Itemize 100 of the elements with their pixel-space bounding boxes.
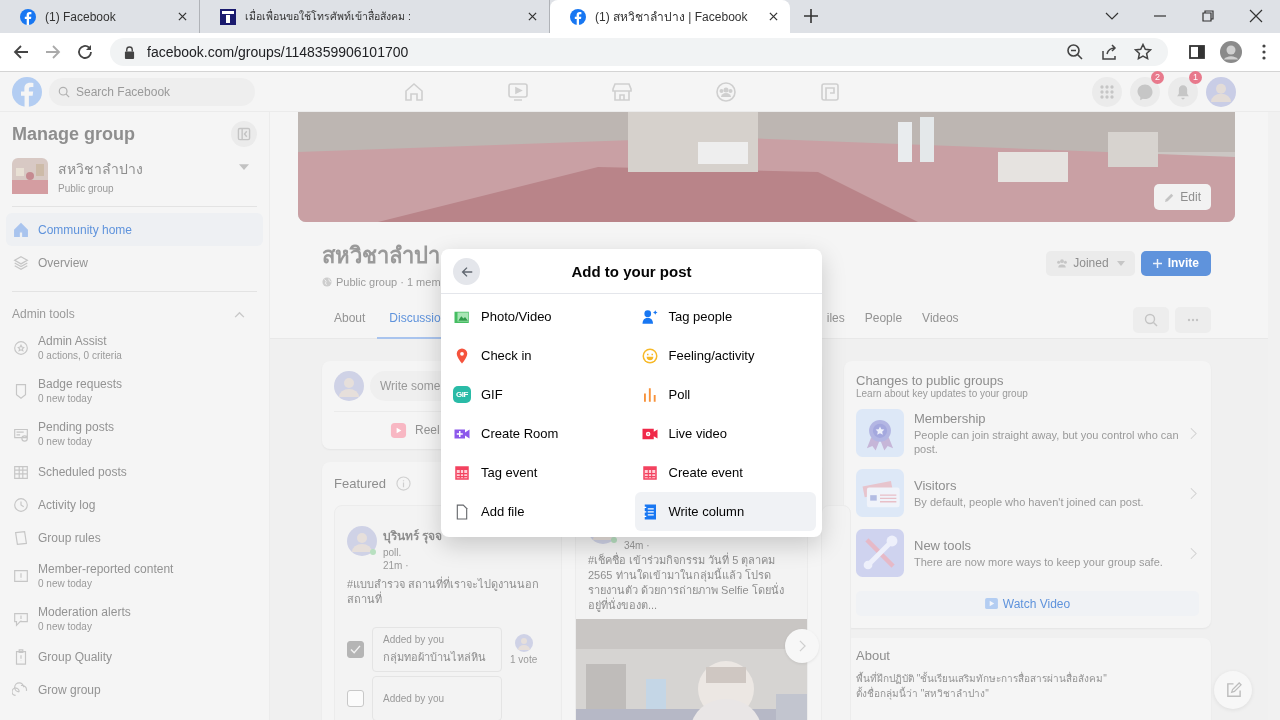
group-tab[interactable]: About xyxy=(322,301,378,339)
post-label: poll. xyxy=(383,547,403,558)
menu-item[interactable]: Poll xyxy=(634,375,816,414)
poll-option[interactable]: Added by you กลุ่มทอผ้าบ้านไหล่หิน xyxy=(372,627,502,672)
menu-item[interactable]: Check in xyxy=(447,336,629,375)
forward-icon[interactable] xyxy=(44,43,62,61)
address-bar[interactable]: facebook.com/groups/1148359906101700 xyxy=(110,38,1168,66)
menu-item[interactable]: Create event xyxy=(634,453,816,492)
globe-icon xyxy=(322,277,332,287)
search-button[interactable] xyxy=(1133,307,1169,333)
calendar-icon xyxy=(640,463,659,482)
poll-option[interactable]: Added by you xyxy=(372,676,502,720)
gear-icon xyxy=(12,338,30,357)
chevron-icon[interactable] xyxy=(234,310,245,318)
post-time[interactable]: 21m · xyxy=(383,560,443,571)
update-item[interactable]: Visitors By default, people who haven't joined can post. xyxy=(856,463,1199,523)
sidebar-item[interactable]: Badge requests xyxy=(38,377,123,391)
menu-item[interactable]: Tag event xyxy=(447,453,629,492)
menu-item[interactable]: GIF GIF xyxy=(447,375,629,414)
notebook-icon xyxy=(640,502,659,521)
star-icon[interactable] xyxy=(1134,43,1152,61)
avatar-icon[interactable] xyxy=(1220,41,1242,63)
more-icon xyxy=(1186,318,1200,322)
menu-item[interactable]: Add file xyxy=(447,492,629,531)
post-text: #เช็คชื่อ เข้าร่วมกิจกรรม วันที่ 5 ตุลาคม 2565 ท่านใดเข้ามาในกลุ่มนี้แล้ว โปรดรายงานตัว ด้วยการถ่ายภาพ Selfie โดยนั่งอยู่ที่นั่งของต... xyxy=(587,553,785,613)
zoom-out-icon[interactable] xyxy=(1066,43,1084,61)
bell-icon[interactable] xyxy=(1168,76,1198,107)
share-icon[interactable] xyxy=(1100,43,1118,61)
messenger-icon[interactable] xyxy=(1130,76,1160,107)
circles-icon xyxy=(12,680,30,699)
card-title: Changes to public groups xyxy=(856,373,1005,388)
watch-video-button[interactable]: Watch Video xyxy=(856,591,1199,616)
close-icon[interactable] xyxy=(769,12,778,21)
logo-icon[interactable] xyxy=(12,76,42,107)
menu-item[interactable]: Tag people xyxy=(634,297,816,336)
chevron-right-icon xyxy=(1190,546,1197,560)
joined-button[interactable]: Joined xyxy=(1046,250,1135,276)
menu-item[interactable]: Feeling/activity xyxy=(634,336,816,375)
close-icon[interactable] xyxy=(1249,9,1263,23)
sidebar-item[interactable]: Activity log xyxy=(38,497,96,512)
home-icon[interactable] xyxy=(403,80,425,103)
about-text: พื้นที่ฝึกปฏิบัติ "ชั้นเรียนเสริมทักษะการสื่อสารผ่านสื่อสังคม" xyxy=(856,672,1108,686)
sidebar-item[interactable]: Overview xyxy=(6,246,263,279)
item-subtitle: 0 new today xyxy=(38,621,93,632)
gaming-icon[interactable] xyxy=(819,80,841,103)
sidebar-item[interactable]: Group Quality xyxy=(38,649,113,664)
group-tab[interactable]: People xyxy=(864,301,903,339)
close-icon[interactable] xyxy=(178,12,187,21)
groups-icon[interactable] xyxy=(715,80,737,103)
update-item[interactable]: Membership People can join straight away, but you control who can post. xyxy=(856,403,1199,463)
checkbox[interactable] xyxy=(347,641,364,658)
sidebar-item[interactable]: Grow group xyxy=(38,682,101,697)
sidebar-item[interactable]: Scheduled posts xyxy=(38,464,127,479)
close-icon[interactable] xyxy=(528,12,537,21)
avatar-icon[interactable] xyxy=(1206,76,1236,107)
next-button[interactable] xyxy=(785,629,819,663)
info-icon[interactable] xyxy=(396,476,412,491)
apps-grid-icon[interactable] xyxy=(1092,76,1122,107)
group-meta: Public group · 1 mem xyxy=(336,276,441,288)
edit-button[interactable]: Edit xyxy=(1154,184,1211,210)
menu-item[interactable]: Create Room xyxy=(447,414,629,453)
caret-icon[interactable] xyxy=(239,164,249,171)
compose-button[interactable] xyxy=(1214,671,1252,709)
side-panel-icon[interactable] xyxy=(1188,43,1206,61)
avatar-icon xyxy=(334,371,364,401)
logo-icon xyxy=(20,8,36,25)
collapse-icon[interactable] xyxy=(231,121,257,147)
menu-item[interactable]: Live video xyxy=(634,414,816,453)
chevron-right-icon xyxy=(1190,426,1197,440)
checkbox[interactable] xyxy=(347,690,364,707)
invite-button[interactable]: Invite xyxy=(1140,250,1211,276)
sidebar-title: Manage group xyxy=(12,123,136,145)
group-tab[interactable]: Videos xyxy=(922,301,959,339)
search-field[interactable]: Search Facebook xyxy=(49,77,255,106)
sidebar-item[interactable]: Moderation alerts xyxy=(38,605,131,619)
author-name[interactable]: บุรินทร์ รุจจ xyxy=(383,526,443,545)
back-icon[interactable] xyxy=(12,43,30,61)
store-icon[interactable] xyxy=(611,80,633,103)
update-item[interactable]: New tools There are now more ways to keep your group safe. xyxy=(856,523,1199,583)
group-tab[interactable]: iles xyxy=(826,301,845,339)
menu-item[interactable]: Write column xyxy=(634,492,816,531)
sidebar-item[interactable]: Pending posts xyxy=(38,420,115,434)
tools-icon xyxy=(856,529,904,577)
section-title: Admin tools xyxy=(12,307,76,321)
group-name[interactable]: สหวิชาลำปาง xyxy=(58,158,229,180)
plus-icon[interactable] xyxy=(804,9,818,23)
menu-icon[interactable] xyxy=(1262,44,1266,60)
reload-icon[interactable] xyxy=(76,43,94,61)
layers-icon xyxy=(12,253,30,272)
sidebar-item[interactable]: Group rules xyxy=(38,530,101,545)
back-button[interactable] xyxy=(453,258,480,285)
post-time[interactable]: 34m · xyxy=(624,540,650,551)
restore-icon[interactable] xyxy=(1201,9,1215,23)
sidebar-item[interactable]: Community home xyxy=(6,213,263,246)
sidebar-item[interactable]: Member-reported content xyxy=(38,562,174,576)
sidebar-item[interactable]: Admin Assist xyxy=(38,334,122,348)
video-icon[interactable] xyxy=(507,80,529,103)
site-icon xyxy=(220,8,236,25)
reel-button[interactable]: Reel xyxy=(390,418,440,442)
browser-tab[interactable]: (1) สหวิชาลำปาง | Facebook xyxy=(550,0,790,33)
